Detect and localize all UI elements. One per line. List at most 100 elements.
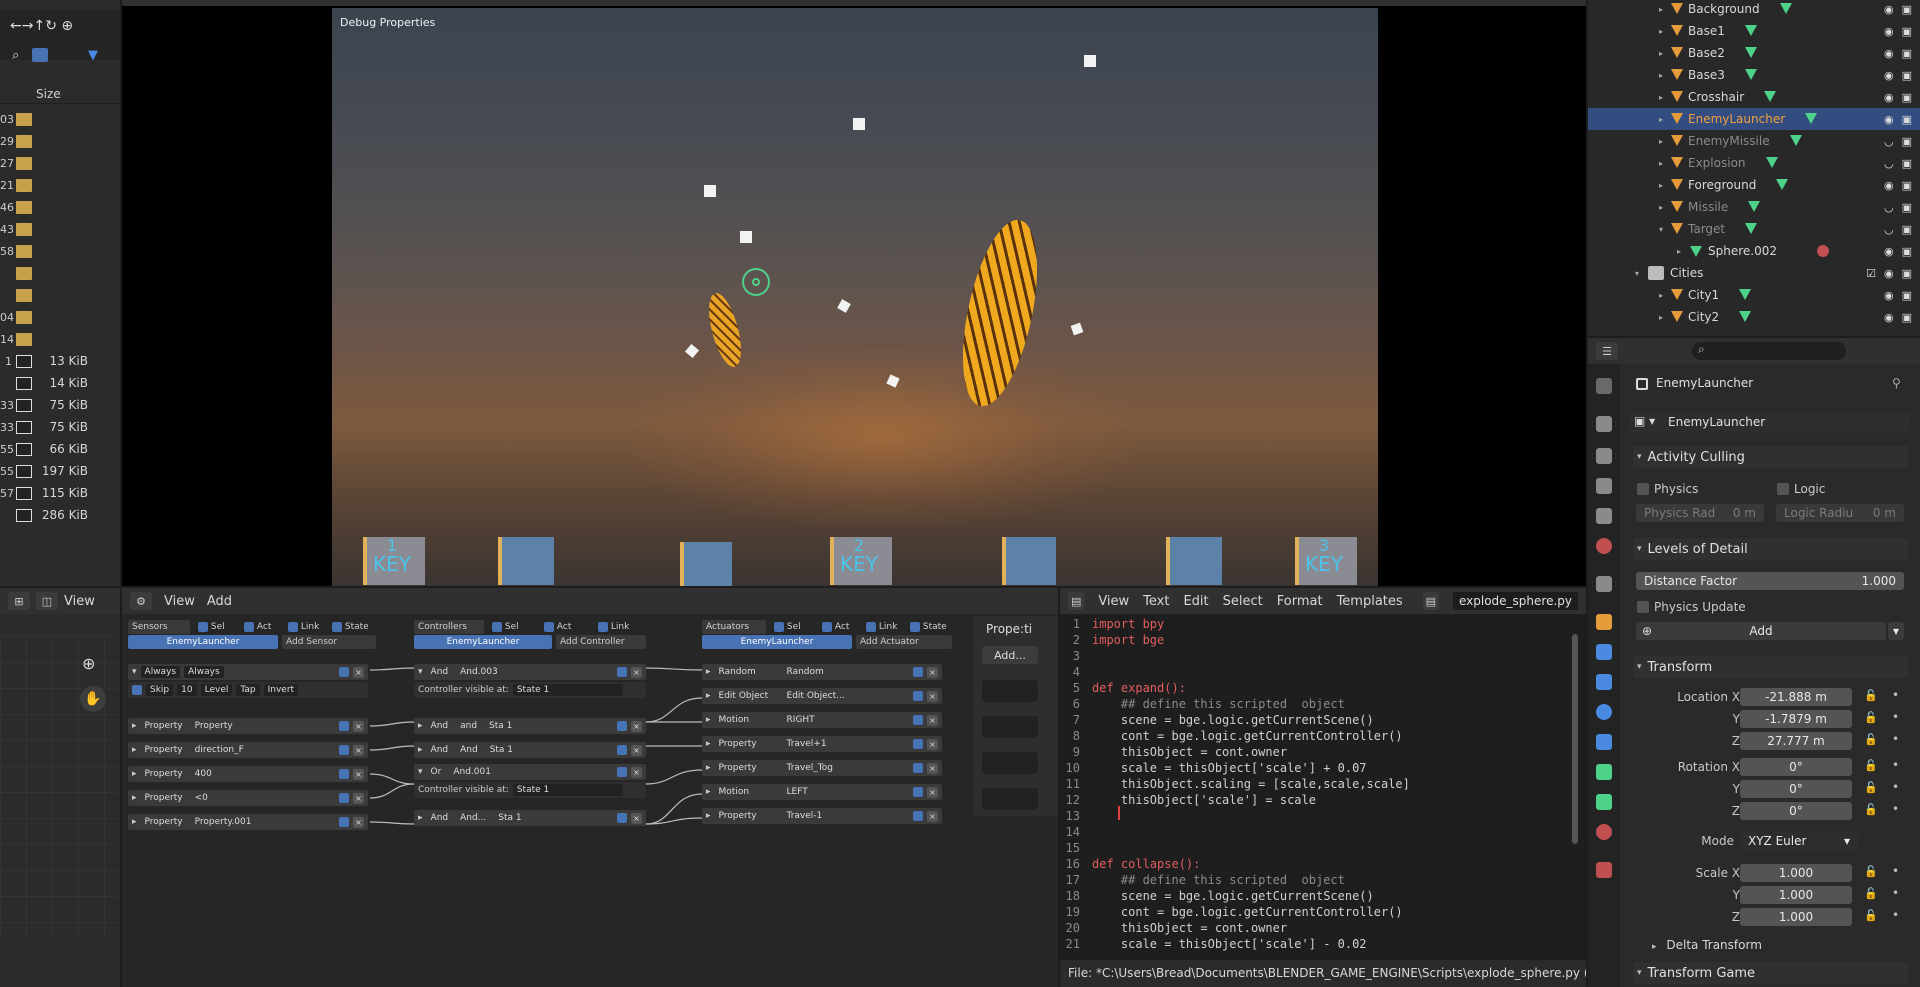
material-tab-icon[interactable] xyxy=(1596,824,1612,840)
outliner-item[interactable]: ▸ Base1 ◉ ▣ xyxy=(1588,20,1920,42)
eye-icon[interactable]: ◉ xyxy=(1884,47,1894,60)
file-row[interactable]: 55 197 KiB xyxy=(0,460,118,482)
mesh-data-icon[interactable] xyxy=(1739,289,1752,301)
code-line[interactable]: 17 ## define this scripted object xyxy=(1060,872,1345,888)
expand-toggle-icon[interactable]: ▸ xyxy=(1656,159,1666,168)
eye-closed-icon[interactable]: ◡ xyxy=(1884,135,1894,148)
tool-tab-icon[interactable] xyxy=(1596,378,1612,394)
mesh-data-icon[interactable] xyxy=(1748,201,1761,213)
mesh-data-icon[interactable] xyxy=(1744,47,1757,59)
filter-icon[interactable]: ▼ xyxy=(88,48,98,63)
expand-toggle-icon[interactable]: ▸ xyxy=(1656,203,1666,212)
eye-icon[interactable]: ◉ xyxy=(1884,179,1894,192)
outliner-item[interactable]: ▸ Background ◉ ▣ xyxy=(1588,0,1920,20)
lod-add-button[interactable]: ⊕ Add xyxy=(1636,622,1886,640)
mesh-data-icon[interactable] xyxy=(1765,157,1778,169)
lock-icon[interactable]: 🔓 xyxy=(1864,803,1878,816)
pin-icon[interactable]: ⚲ xyxy=(1892,376,1901,390)
rotation-y-field[interactable]: 0° xyxy=(1740,780,1852,798)
eye-icon[interactable]: ◉ xyxy=(1884,245,1894,258)
expand-toggle-icon[interactable]: ▸ xyxy=(1656,49,1666,58)
text-datablock-icon[interactable]: ▤ xyxy=(1422,592,1439,610)
data-tab-icon[interactable] xyxy=(1596,764,1612,780)
file-row[interactable]: 29 xyxy=(0,130,118,152)
eye-icon[interactable]: ◉ xyxy=(1884,3,1894,16)
delta-transform-header[interactable]: ▸ Delta Transform xyxy=(1652,938,1762,952)
search-icon[interactable]: ⌕ xyxy=(12,48,19,63)
view-mode-icon[interactable]: ◫ xyxy=(36,592,58,610)
mesh-data-icon[interactable] xyxy=(1779,3,1792,15)
lod-header[interactable]: ▾ Levels of Detail xyxy=(1633,538,1908,560)
file-row[interactable]: 14 xyxy=(0,328,118,350)
file-row[interactable]: 14 KiB xyxy=(0,372,118,394)
eye-closed-icon[interactable]: ◡ xyxy=(1884,157,1894,170)
file-row[interactable]: 33 75 KiB xyxy=(0,416,118,438)
code-line[interactable]: 18 scene = bge.logic.getCurrentScene() xyxy=(1060,888,1374,904)
lod-add-dropdown[interactable]: ▾ xyxy=(1888,622,1904,640)
outliner-item[interactable]: ▸ Foreground ◉ ▣ xyxy=(1588,174,1920,196)
editor-type-icon[interactable]: ☰ xyxy=(1596,342,1618,360)
code-line[interactable]: 4 xyxy=(1060,664,1092,680)
nav-arrows-icon[interactable]: ←→↑↻ ⊕ xyxy=(10,18,73,34)
mesh-data-icon[interactable] xyxy=(1744,25,1757,37)
activity-culling-header[interactable]: ▾ Activity Culling xyxy=(1633,446,1908,468)
outliner-item[interactable]: ▸ Base3 ◉ ▣ xyxy=(1588,64,1920,86)
code-line[interactable]: 19 cont = bge.logic.getCurrentController… xyxy=(1060,904,1403,920)
camera-icon[interactable]: ▣ xyxy=(1902,69,1912,82)
text-scrollbar[interactable] xyxy=(1572,634,1578,844)
property-slot[interactable] xyxy=(982,752,1038,774)
physics-checkbox[interactable] xyxy=(1637,483,1649,495)
file-row[interactable]: 46 xyxy=(0,196,118,218)
mesh-data-icon[interactable] xyxy=(1789,135,1802,147)
code-line[interactable]: 7 scene = bge.logic.getCurrentScene() xyxy=(1060,712,1374,728)
code-line[interactable]: 13 xyxy=(1060,808,1121,824)
properties-search-input[interactable]: ⌕ xyxy=(1692,342,1846,360)
code-area[interactable]: 1 import bpy 2 import bge 3 4 5 def expand(): 6 … xyxy=(1060,616,1570,956)
keyframe-dot-icon[interactable]: • xyxy=(1892,780,1899,794)
code-line[interactable]: 2 import bge xyxy=(1060,632,1164,648)
lock-icon[interactable]: 🔓 xyxy=(1864,711,1878,724)
code-line[interactable]: 1 import bpy xyxy=(1060,616,1164,632)
lock-icon[interactable]: 🔓 xyxy=(1864,689,1878,702)
expand-toggle-icon[interactable]: ▸ xyxy=(1674,247,1684,256)
outliner-item[interactable]: ▸ EnemyLauncher ◉ ▣ xyxy=(1588,108,1920,130)
display-mode-icon[interactable] xyxy=(32,48,48,62)
file-row[interactable]: 286 KiB xyxy=(0,504,118,526)
file-row[interactable]: 55 66 KiB xyxy=(0,438,118,460)
code-line[interactable]: 9 thisObject = cont.owner xyxy=(1060,744,1287,760)
outliner-item[interactable]: ▸ Explosion ◡ ▣ xyxy=(1588,152,1920,174)
view-layer-tab-icon[interactable] xyxy=(1596,478,1612,494)
code-line[interactable]: 12 thisObject['scale'] = scale xyxy=(1060,792,1316,808)
view-menu[interactable]: View xyxy=(1098,594,1129,609)
expand-toggle-icon[interactable]: ▸ xyxy=(1656,181,1666,190)
transform-header[interactable]: ▾ Transform xyxy=(1633,656,1908,678)
expand-toggle-icon[interactable]: ▾ xyxy=(1656,225,1666,234)
mesh-data-icon[interactable] xyxy=(1739,311,1752,323)
eye-icon[interactable]: ◉ xyxy=(1884,91,1894,104)
file-row[interactable] xyxy=(0,284,118,306)
outliner-item[interactable]: ▾ Target ◡ ▣ xyxy=(1588,218,1920,240)
lock-icon[interactable]: 🔓 xyxy=(1864,909,1878,922)
physics-radius-field[interactable]: Physics Rad 0 m xyxy=(1636,504,1764,522)
expand-toggle-icon[interactable]: ▸ xyxy=(1656,5,1666,14)
logic-radius-field[interactable]: Logic Radiu 0 m xyxy=(1776,504,1904,522)
texture-tab-icon[interactable] xyxy=(1596,862,1612,878)
zoom-icon[interactable]: ⊕ xyxy=(82,654,95,673)
camera-icon[interactable]: ▣ xyxy=(1902,47,1912,60)
file-row[interactable] xyxy=(0,262,118,284)
distance-factor-field[interactable]: Distance Factor 1.000 xyxy=(1636,572,1904,590)
code-line[interactable]: 20 thisObject = cont.owner xyxy=(1060,920,1288,936)
location-y-field[interactable]: -1.7879 m xyxy=(1740,710,1852,728)
checkbox-icon[interactable]: ☑ xyxy=(1866,267,1876,280)
file-row[interactable]: 1 13 KiB xyxy=(0,350,118,372)
shader-tab-icon[interactable] xyxy=(1596,794,1612,810)
outliner-item[interactable]: ▸ Base2 ◉ ▣ xyxy=(1588,42,1920,64)
location-x-field[interactable]: -21.888 m xyxy=(1740,688,1852,706)
keyframe-dot-icon[interactable]: • xyxy=(1892,908,1899,922)
code-line[interactable]: 21 scale = thisObject['scale'] - 0.02 xyxy=(1060,936,1367,952)
physics-tab-icon[interactable] xyxy=(1596,704,1612,720)
select-menu[interactable]: Select xyxy=(1223,594,1263,609)
collection-tab-icon[interactable] xyxy=(1596,576,1612,592)
mesh-data-icon[interactable] xyxy=(1776,179,1789,191)
eye-icon[interactable]: ◉ xyxy=(1884,289,1894,302)
